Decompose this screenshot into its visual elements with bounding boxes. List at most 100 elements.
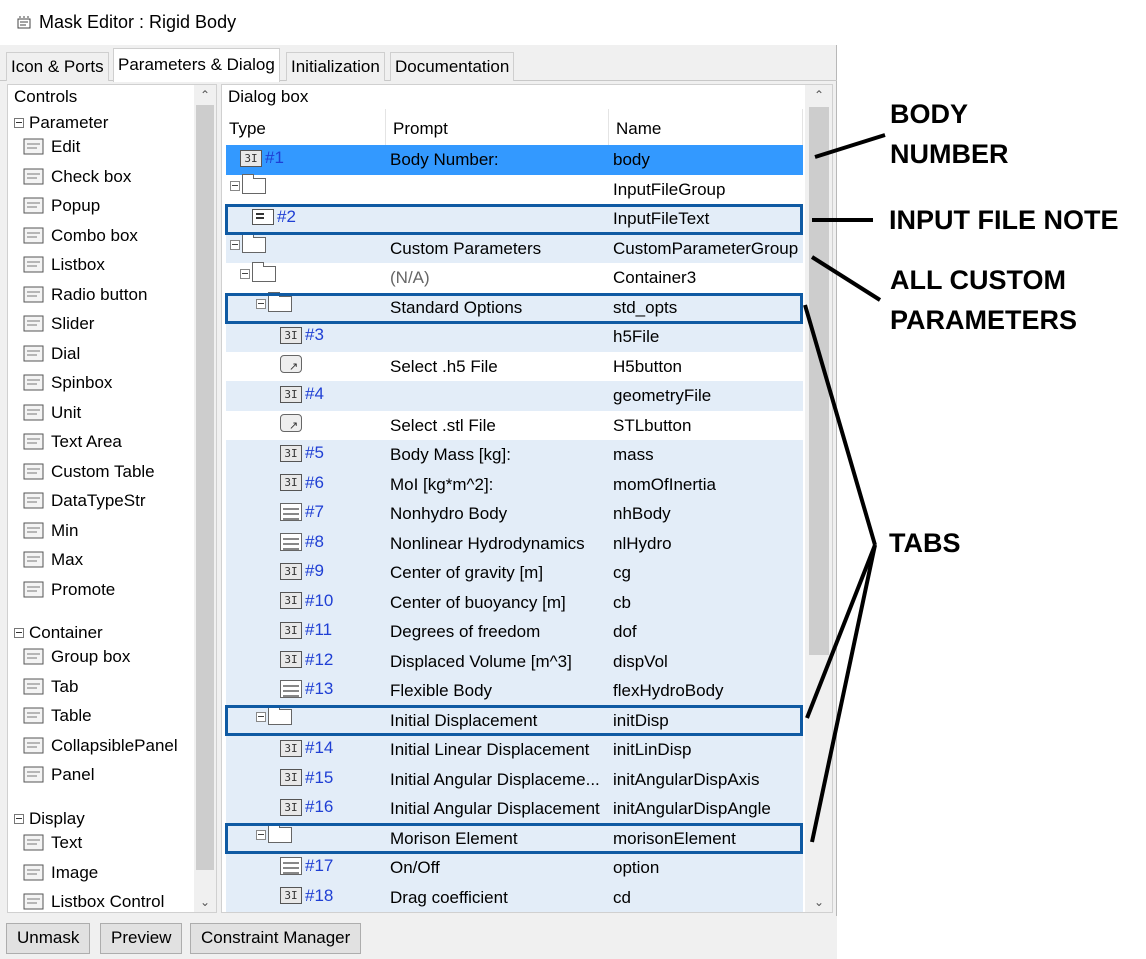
control-custom-table[interactable]: Custom Table: [23, 460, 155, 484]
scroll-down-icon[interactable]: ⌄: [808, 892, 830, 912]
tree-collapse-icon[interactable]: [230, 180, 240, 191]
prompt-cell: Select .h5 File: [390, 356, 498, 376]
unmask-button[interactable]: Unmask: [6, 923, 91, 954]
parameter-index: #9: [305, 561, 324, 580]
tree-collapse-icon[interactable]: [240, 269, 250, 279]
control-popup[interactable]: Popup: [23, 194, 100, 218]
table-row[interactable]: 3I #15 Initial Angular Displaceme... initAn…: [226, 764, 803, 794]
edit-icon: 3I: [280, 444, 302, 462]
control-datatypestr[interactable]: DataTypeStr: [23, 489, 146, 513]
collapse-icon[interactable]: [14, 814, 24, 824]
table-row[interactable]: Select .h5 File H5button: [226, 351, 803, 381]
parameter-index: #8: [305, 531, 324, 551]
scroll-down-icon[interactable]: ⌄: [194, 892, 216, 912]
tree-collapse-icon[interactable]: [230, 239, 240, 250]
control-spinbox[interactable]: Spinbox: [23, 371, 112, 395]
type-cell: 3I #15: [280, 768, 333, 788]
column-header-prompt[interactable]: Prompt: [386, 109, 609, 149]
control-dial[interactable]: Dial: [23, 342, 80, 366]
control-collapsiblepanel[interactable]: CollapsiblePanel: [23, 734, 178, 758]
button-bar: Unmask Preview Constraint Manager: [0, 916, 837, 959]
table-row[interactable]: Select .stl File STLbutton: [226, 410, 803, 440]
table-row[interactable]: 3I #16 Initial Angular Displacement initAng…: [226, 794, 803, 824]
highlight-initial-displacement: [225, 705, 803, 736]
table-row[interactable]: 3I #3 h5File: [226, 322, 803, 352]
tab-documentation[interactable]: Documentation: [390, 52, 515, 81]
table-row[interactable]: #13 Flexible Body flexHydroBody: [226, 676, 803, 706]
dialog-box-header: Dialog box: [228, 87, 309, 106]
section-parameter[interactable]: Parameter: [14, 113, 108, 133]
parameter-index: #17: [305, 856, 334, 875]
section-container[interactable]: Container: [14, 623, 103, 643]
control-radio-button[interactable]: Radio button: [23, 283, 147, 307]
parameter-index: #10: [305, 590, 334, 610]
table-row[interactable]: #7 Nonhydro Body nhBody: [226, 499, 803, 529]
control-table[interactable]: Table: [23, 704, 92, 728]
scroll-up-icon[interactable]: ⌃: [808, 85, 830, 105]
scroll-up-icon[interactable]: ⌃: [194, 85, 216, 105]
tab-initialization[interactable]: Initialization: [286, 52, 385, 81]
prompt-cell: Body Mass [kg]:: [390, 445, 511, 464]
column-header-name[interactable]: Name: [609, 109, 803, 149]
type-cell: [240, 262, 276, 282]
table-row[interactable]: Custom Parameters CustomParameterGroup: [226, 232, 803, 263]
control-promote[interactable]: Promote: [23, 578, 115, 602]
dialog-scrollbar[interactable]: ⌃ ⌄: [805, 85, 832, 912]
control-group-box[interactable]: Group box: [23, 645, 130, 669]
control-unit[interactable]: Unit: [23, 401, 81, 425]
control-edit[interactable]: Edit: [23, 135, 80, 159]
annotation-number: NUMBER: [890, 139, 1009, 169]
section-display[interactable]: Display: [14, 809, 85, 829]
control-max[interactable]: Max: [23, 548, 83, 572]
control-panel[interactable]: Panel: [23, 763, 94, 787]
collapse-icon[interactable]: [14, 628, 24, 638]
control-label: Table: [51, 706, 92, 725]
tab-bar: Icon & Ports Parameters & Dialog Initial…: [0, 45, 837, 82]
control-check-box[interactable]: Check box: [23, 165, 131, 189]
control-combo-box[interactable]: Combo box: [23, 224, 138, 248]
collapse-icon[interactable]: [14, 118, 24, 128]
prompt-cell: Drag coefficient: [390, 887, 508, 907]
controls-scroll-thumb[interactable]: [196, 105, 214, 870]
prompt-cell: Initial Angular Displaceme...: [390, 769, 600, 789]
prompt-cell: (N/A): [390, 268, 430, 287]
type-cell: 3I #9: [280, 561, 324, 581]
tab-parameters-dialog[interactable]: Parameters & Dialog: [113, 48, 280, 82]
control-label: Check box: [51, 166, 132, 186]
control-text-area[interactable]: Text Area: [23, 430, 122, 454]
table-row[interactable]: 3I #4 geometryFile: [226, 381, 803, 411]
table-row[interactable]: 3I #18 Drag coefficient cd: [226, 882, 803, 912]
control-label: Listbox Control: [51, 892, 165, 911]
table-row[interactable]: 3I #9 Center of gravity [m] cg: [226, 558, 803, 588]
table-row[interactable]: #17 On/Off option: [226, 853, 803, 883]
preview-button[interactable]: Preview: [100, 923, 183, 954]
controls-scrollbar[interactable]: ⌃ ⌄: [194, 85, 216, 912]
control-listbox-control[interactable]: Listbox Control: [23, 890, 165, 912]
table-row[interactable]: #8 Nonlinear Hydrodynamics nlHydro: [226, 528, 803, 558]
tab-icon-ports[interactable]: Icon & Ports: [6, 52, 109, 81]
constraint-manager-button[interactable]: Constraint Manager: [190, 923, 362, 954]
control-label: Slider: [51, 314, 95, 333]
table-row[interactable]: InputFileGroup: [226, 173, 803, 204]
table-row[interactable]: 3I #5 Body Mass [kg]: mass: [226, 440, 803, 470]
table-row[interactable]: 3I #6 MoI [kg*m^2]: momOfInertia: [226, 469, 803, 499]
control-tab[interactable]: Tab: [23, 675, 78, 699]
control-text[interactable]: Text: [23, 831, 82, 855]
control-min[interactable]: Min: [23, 519, 78, 543]
table-row[interactable]: (N/A) Container3: [226, 262, 803, 293]
control-image[interactable]: Image: [23, 861, 98, 885]
table-row[interactable]: 3I #12 Displaced Volume [m^3] dispVol: [226, 646, 803, 676]
control-slider[interactable]: Slider: [23, 312, 94, 336]
text-icon: [23, 833, 45, 853]
table-row[interactable]: 3I #1 Body Number: body: [226, 145, 803, 175]
slider-icon: [23, 314, 45, 334]
name-cell: dof: [613, 622, 637, 641]
table-row[interactable]: 3I #10 Center of buoyancy [m] cb: [226, 587, 803, 617]
dialog-scroll-thumb[interactable]: [809, 107, 829, 655]
name-cell: nhBody: [613, 504, 671, 523]
name-cell: momOfInertia: [613, 474, 716, 494]
table-row[interactable]: 3I #11 Degrees of freedom dof: [226, 617, 803, 647]
table-row[interactable]: 3I #14 Initial Linear Displacement initLinD…: [226, 735, 803, 765]
column-header-type[interactable]: Type: [222, 109, 386, 149]
control-listbox[interactable]: Listbox: [23, 253, 105, 277]
